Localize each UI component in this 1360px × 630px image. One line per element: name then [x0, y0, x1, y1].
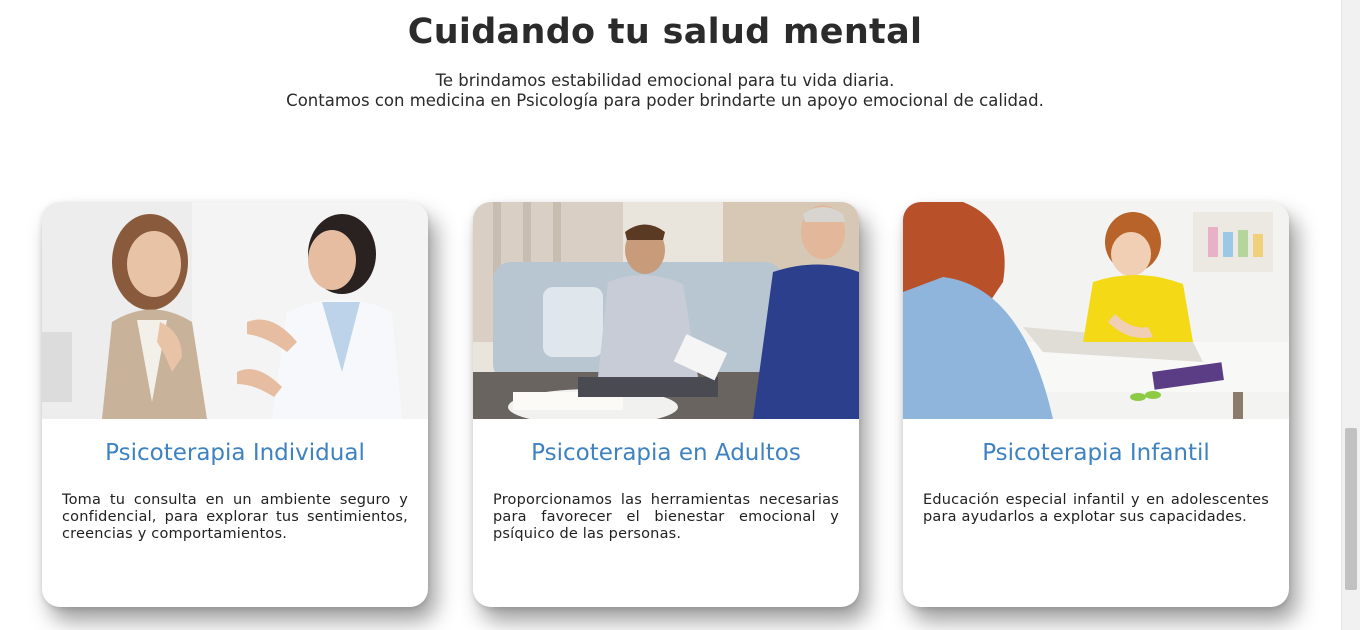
- card-title[interactable]: Psicoterapia Individual: [42, 440, 428, 466]
- section-subtitle: Te brindamos estabilidad emocional para …: [0, 71, 1330, 111]
- card-photo-child-learning: [903, 202, 1289, 419]
- card-title[interactable]: Psicoterapia Infantil: [903, 440, 1289, 466]
- card-description: Toma tu consulta en un ambiente seguro y…: [62, 492, 408, 542]
- card-title[interactable]: Psicoterapia en Adultos: [473, 440, 859, 466]
- subtitle-line: Te brindamos estabilidad emocional para …: [435, 71, 895, 90]
- card-description: Educación especial infantil y en adolesc…: [923, 492, 1269, 525]
- service-card-adults[interactable]: Psicoterapia en Adultos Proporcionamos l…: [473, 202, 859, 607]
- card-photo-therapy-session: [473, 202, 859, 419]
- service-card-individual[interactable]: Psicoterapia Individual Toma tu consulta…: [42, 202, 428, 607]
- service-card-children[interactable]: Psicoterapia Infantil Educación especial…: [903, 202, 1289, 607]
- scrollbar-thumb[interactable]: [1345, 428, 1357, 590]
- card-description: Proporcionamos las herramientas necesari…: [493, 492, 839, 542]
- section-title: Cuidando tu salud mental: [407, 12, 923, 52]
- card-photo-consultation: [42, 202, 428, 419]
- page-scrollbar[interactable]: [1341, 0, 1360, 630]
- subtitle-line: Contamos con medicina en Psicología para…: [286, 91, 1044, 110]
